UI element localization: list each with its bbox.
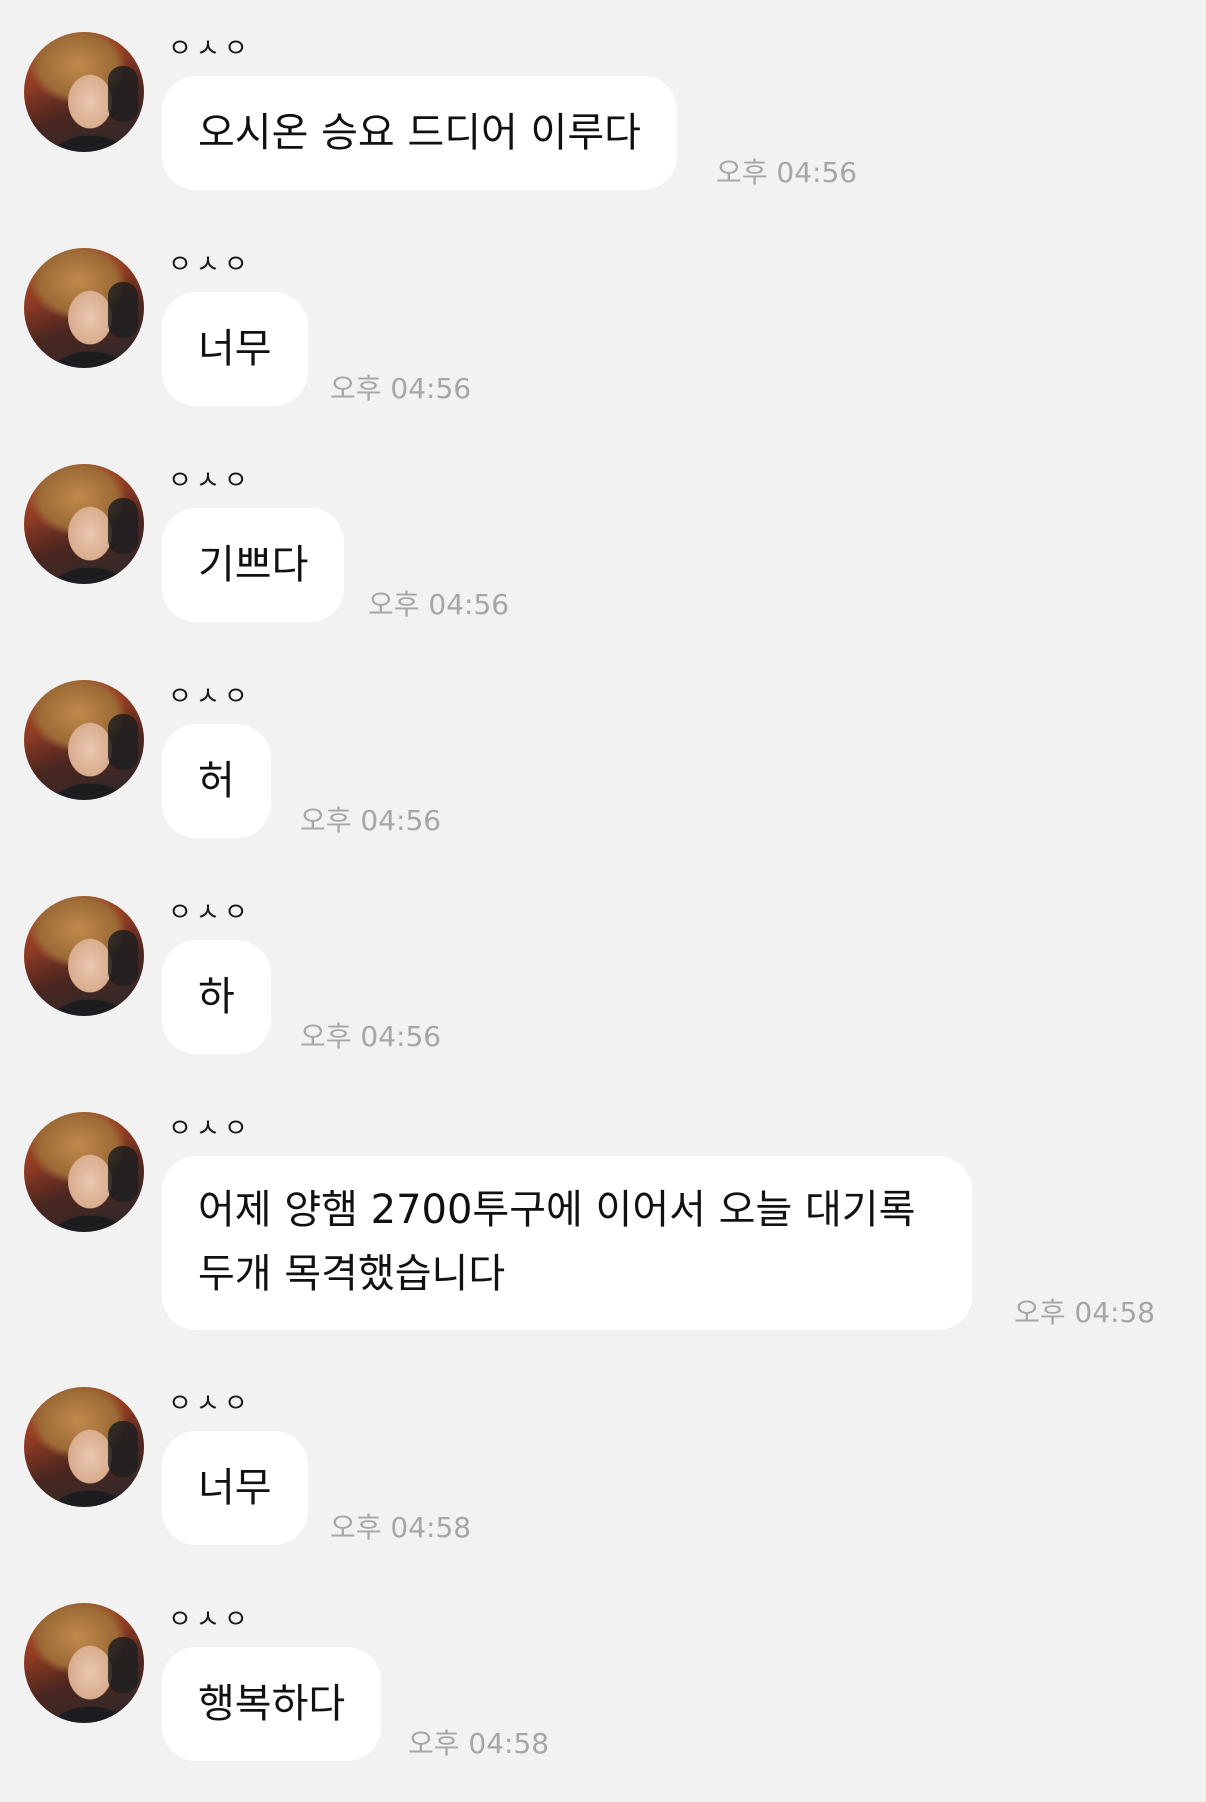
sender-name: ㅇㅅㅇ [168, 466, 252, 496]
message-time: 오후 04:56 [330, 372, 472, 405]
message-bubble[interactable]: 행복하다 [162, 1647, 382, 1761]
chat-message-list[interactable]: ㅇㅅㅇ 오시온 승요 드디어 이루다 오후 04:56 ㅇㅅㅇ 너무 오후 04… [0, 0, 1206, 1802]
avatar[interactable] [24, 248, 144, 368]
sender-name: ㅇㅅㅇ [168, 1114, 252, 1144]
sender-name: ㅇㅅㅇ [168, 250, 252, 280]
avatar[interactable] [24, 1112, 144, 1232]
avatar[interactable] [24, 32, 144, 152]
message-line: 어제 양햄 2700투구에 이어서 오늘 대기록 [198, 1187, 916, 1233]
sender-name: ㅇㅅㅇ [168, 34, 252, 64]
message-line: 두개 목격했습니다 [198, 1251, 506, 1297]
message-bubble[interactable]: 너무 [162, 292, 308, 406]
message-time: 오후 04:58 [408, 1727, 550, 1760]
message-bubble[interactable]: 어제 양햄 2700투구에 이어서 오늘 대기록 두개 목격했습니다 [162, 1156, 972, 1330]
message-time: 오후 04:56 [716, 156, 858, 189]
avatar[interactable] [24, 1387, 144, 1507]
message-bubble[interactable]: 하 [162, 940, 271, 1054]
message-row: ㅇㅅㅇ 어제 양햄 2700투구에 이어서 오늘 대기록 두개 목격했습니다 오… [0, 1112, 1206, 1362]
message-time: 오후 04:56 [300, 804, 442, 837]
sender-name: ㅇㅅㅇ [168, 682, 252, 712]
message-row: ㅇㅅㅇ 행복하다 오후 04:58 [0, 1603, 1206, 1802]
message-row: ㅇㅅㅇ 너무 오후 04:58 [0, 1387, 1206, 1597]
message-row: ㅇㅅㅇ 너무 오후 04:56 [0, 248, 1206, 458]
message-time: 오후 04:56 [300, 1020, 442, 1053]
message-time: 오후 04:58 [1014, 1296, 1156, 1329]
message-bubble[interactable]: 너무 [162, 1431, 308, 1545]
message-row: ㅇㅅㅇ 하 오후 04:56 [0, 896, 1206, 1106]
sender-name: ㅇㅅㅇ [168, 1389, 252, 1419]
message-bubble[interactable]: 오시온 승요 드디어 이루다 [162, 76, 677, 190]
sender-name: ㅇㅅㅇ [168, 898, 252, 928]
message-time: 오후 04:56 [368, 588, 510, 621]
message-row: ㅇㅅㅇ 허 오후 04:56 [0, 680, 1206, 890]
avatar[interactable] [24, 1603, 144, 1723]
message-time: 오후 04:58 [330, 1511, 472, 1544]
message-row: ㅇㅅㅇ 기쁘다 오후 04:56 [0, 464, 1206, 674]
message-bubble[interactable]: 기쁘다 [162, 508, 345, 622]
avatar[interactable] [24, 896, 144, 1016]
message-row: ㅇㅅㅇ 오시온 승요 드디어 이루다 오후 04:56 [0, 32, 1206, 242]
message-bubble[interactable]: 허 [162, 724, 271, 838]
sender-name: ㅇㅅㅇ [168, 1605, 252, 1635]
avatar[interactable] [24, 680, 144, 800]
avatar[interactable] [24, 464, 144, 584]
